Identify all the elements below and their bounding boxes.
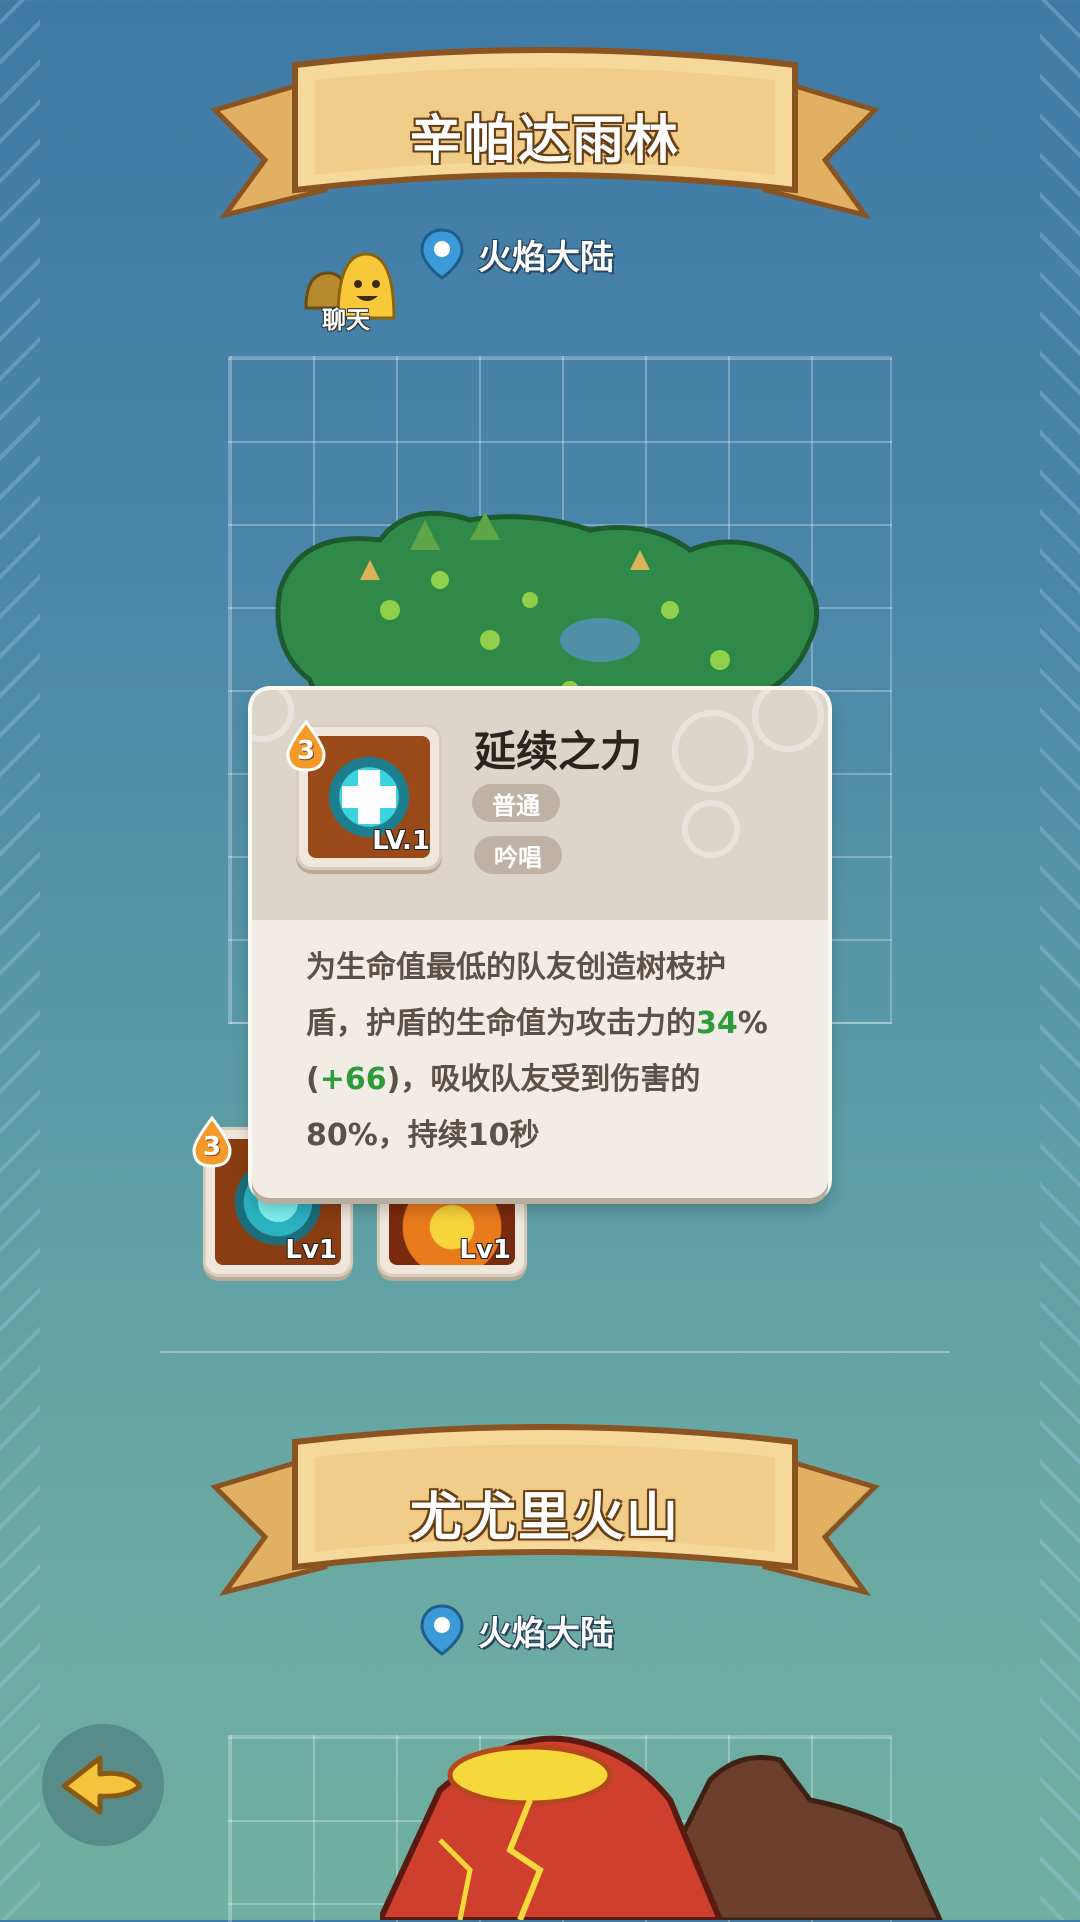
location-name: 火焰大陆 [478,1613,614,1654]
desc-value: 34 [696,1006,738,1041]
region-banner: 尤尤里火山 [205,1417,885,1607]
skill-detail-popup: LV.1 3 延续之力 普通 吟唱 为生命值最低的队友创造树枝护盾，护盾的生命值… [252,690,828,1198]
map-pin-icon [420,228,464,280]
chat-label: 聊天 [322,306,370,334]
skill-type-tag: 普通 [472,784,560,822]
region-title: 辛帕达雨林 [409,111,680,171]
back-button[interactable] [42,1724,164,1846]
volcano-island-map[interactable] [380,1720,980,1920]
cost-badge: 3 [284,719,328,772]
skill-cast-tag: 吟唱 [474,836,562,874]
region-location: 火焰大陆 [420,1602,614,1658]
desc-bonus: +66 [319,1062,387,1097]
swirl-decoration [672,710,754,792]
left-border-decoration [0,0,40,1920]
section-divider [160,1351,950,1353]
map-pin-icon [420,1604,464,1656]
swirl-decoration [752,690,824,752]
swirl-decoration [682,800,740,858]
location-name: 火焰大陆 [478,237,614,278]
skill-level: Lv1 [459,1235,511,1265]
skill-level: Lv1 [285,1235,337,1265]
right-border-decoration [1040,0,1080,1920]
cost-value: 3 [296,736,316,766]
cost-badge: 3 [190,1115,234,1168]
region-banner: 辛帕达雨林 [205,40,885,230]
skill-level: LV.1 [372,826,430,856]
cost-value: 3 [202,1132,222,1162]
region-location: 火焰大陆 [420,226,614,282]
skill-name: 延续之力 [474,727,643,776]
skill-description: 为生命值最低的队友创造树枝护盾，护盾的生命值为攻击力的34%(+66)，吸收队友… [306,940,776,1164]
chat-button[interactable]: 聊天 [300,248,420,338]
back-arrow-icon [61,1755,143,1815]
region-title: 尤尤里火山 [409,1488,680,1548]
desc-text: 为生命值最低的队友创造树枝护盾，护盾的生命值为攻击力的 [306,950,726,1041]
